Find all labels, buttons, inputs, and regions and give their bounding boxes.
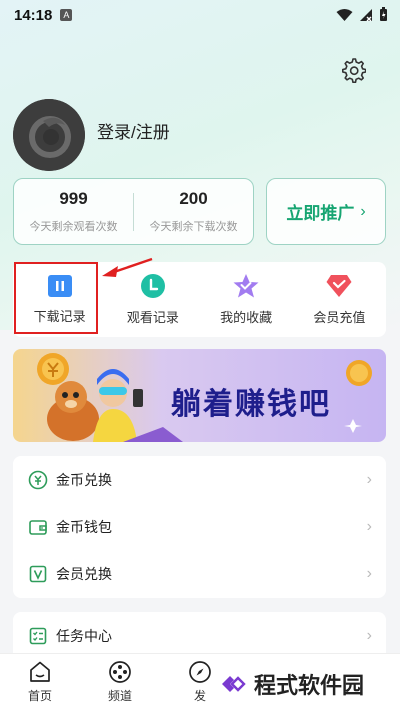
chevron-right-icon: › [366,564,372,582]
home-icon [30,661,50,682]
settings-button[interactable] [340,57,368,85]
remaining-downloads-stat: 200 今天剩余下载次数 [134,189,253,234]
chevron-right-icon: › [360,202,366,220]
download-record-icon [47,274,72,297]
app-logo-icon [13,99,85,171]
avatar[interactable] [13,99,85,171]
nav-label-discover: 发 [193,689,206,703]
promote-button[interactable]: 立即推广 › [266,178,386,245]
promote-label: 立即推广 [286,204,355,223]
chevron-right-icon: › [366,626,372,644]
banner-text: 躺着赚钱吧 [171,387,331,422]
remaining-views-value: 999 [59,189,88,208]
status-time: 14:18 [14,6,53,24]
remaining-downloads-label: 今天剩余下载次数 [149,221,238,233]
menu-label-coin-exchange: 金币兑换 [56,471,112,488]
menu-item-task-center[interactable]: 任务中心 › [13,612,386,659]
nav-label-channel: 频道 [107,689,132,703]
signal-icon [360,8,372,21]
menu-item-wallet[interactable]: 金币钱包 › [13,503,386,550]
wifi-icon [336,8,353,21]
battery-icon [380,7,387,21]
status-bar: 14:18 A [0,0,400,30]
channel-icon [109,661,131,683]
menu-item-vip-exchange[interactable]: 会员兑换 › [13,550,386,597]
status-badge: A [60,9,73,21]
nav-item-home[interactable]: 首页 [0,654,80,710]
nav-item-discover[interactable]: 发 [160,654,240,710]
gear-icon [342,58,367,84]
login-register-link[interactable]: 登录/注册 [97,118,170,143]
menu-card: 金币兑换 › 金币钱包 › 会员兑换 › [13,456,386,598]
download-record-label: 下载记录 [33,308,86,324]
promo-banner[interactable]: 躺着赚钱吧 [13,349,386,442]
remaining-downloads-value: 200 [179,189,208,208]
wallet-icon [29,519,47,535]
menu-label-wallet: 金币钱包 [56,518,112,535]
vip-recharge-button[interactable]: 会员充值 [293,262,386,337]
download-record-button[interactable]: 下载记录 [13,262,106,337]
status-icons [336,7,388,22]
vip-exchange-icon [29,565,47,582]
vip-recharge-label: 会员充值 [313,309,366,325]
chevron-right-icon: › [366,517,372,535]
bottom-nav: 首页 频道 发 [0,653,400,710]
nav-item-channel[interactable]: 频道 [80,654,160,710]
vip-recharge-icon [326,274,352,297]
remaining-views-stat: 999 今天剩余观看次数 [14,189,133,234]
nav-label-home: 首页 [27,689,52,703]
favorites-icon [233,273,259,297]
favorites-label: 我的收藏 [220,309,273,325]
discover-icon [189,661,211,683]
quota-stats-card: 999 今天剩余观看次数 200 今天剩余下载次数 [13,178,254,245]
menu-label-vip-exchange: 会员兑换 [56,565,112,582]
task-center-icon [29,627,47,644]
favorites-button[interactable]: 我的收藏 [200,262,293,337]
coin-exchange-icon [28,470,48,489]
chevron-right-icon: › [366,470,372,488]
quick-actions-card: 下载记录 观看记录 我的收藏 会员充值 [13,262,386,337]
remaining-views-label: 今天剩余观看次数 [29,221,118,233]
watch-history-label: 观看记录 [126,309,179,325]
menu-item-coin-exchange[interactable]: 金币兑换 › [13,456,386,503]
menu-label-task-center: 任务中心 [56,627,112,644]
annotation-arrow-icon [102,257,153,277]
